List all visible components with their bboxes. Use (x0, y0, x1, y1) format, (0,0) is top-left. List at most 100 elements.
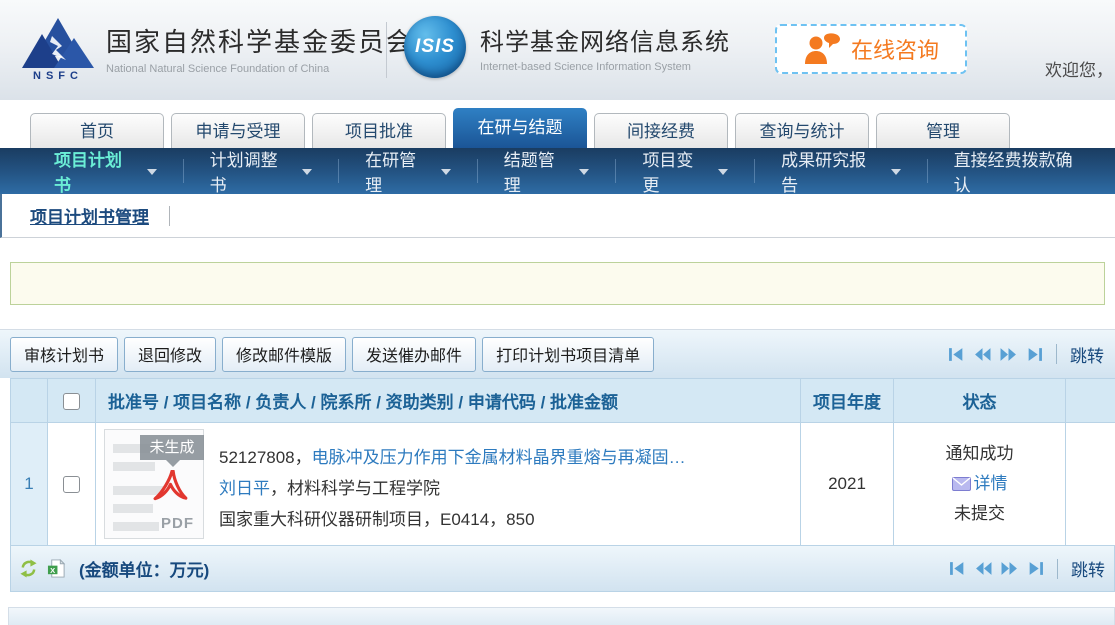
pagination-top: 跳转 (948, 330, 1104, 378)
header: NSFC 国家自然科学基金委员会 National Natural Scienc… (0, 0, 1115, 100)
chevron-down-icon (718, 169, 728, 175)
project-title-link[interactable]: 电脉冲及压力作用下金属材料晶界重熔与再凝固… (312, 448, 686, 467)
tab-query-statistics[interactable]: 查询与统计 (735, 113, 869, 148)
menu-conclusion-management[interactable]: 结题管理 (477, 159, 616, 183)
adobe-pdf-icon (153, 470, 189, 504)
menu-project-change[interactable]: 项目变更 (615, 159, 754, 183)
breadcrumb-divider (169, 206, 170, 226)
menu-label: 直接经费拨款确认 (954, 146, 1089, 196)
main-tabs: 首页 申请与受理 项目批准 在研与结题 间接经费 查询与统计 管理 (0, 108, 1115, 148)
breadcrumb: 项目计划书管理 (0, 194, 1115, 238)
menu-inprogress-management[interactable]: 在研管理 (338, 159, 477, 183)
menu-label: 在研管理 (365, 146, 433, 196)
system-name-cn: 科学基金网络信息系统 (480, 22, 730, 57)
row-index: 1 (11, 423, 48, 546)
menu-label: 结题管理 (504, 146, 572, 196)
return-revise-button[interactable]: 退回修改 (124, 337, 216, 372)
col-header-status: 状态 (894, 379, 1066, 423)
system-name-en: Internet-based Science Information Syste… (480, 61, 730, 73)
prev-page-icon[interactable] (974, 346, 991, 363)
col-header-checkbox (48, 379, 96, 423)
next-section-bar (8, 607, 1115, 625)
project-year: 2021 (801, 423, 894, 546)
pagination-bottom: 跳转 (949, 546, 1105, 591)
chevron-down-icon (147, 169, 157, 175)
print-plan-list-button[interactable]: 打印计划书项目清单 (482, 337, 654, 372)
row-checkbox[interactable] (63, 476, 80, 493)
col-header-year: 项目年度 (801, 379, 894, 423)
not-generated-badge: 未生成 (140, 435, 204, 460)
menu-achievement-report[interactable]: 成果研究报告 (754, 159, 927, 183)
table-header-row: 批准号 / 项目名称 / 负责人 / 院系所 / 资助类别 / 申请代码 / 批… (11, 379, 1115, 423)
leader-link[interactable]: 刘日平 (219, 479, 270, 498)
status-notify: 通知成功 (894, 439, 1065, 469)
table-footer: X (金额单位：万元) 跳转 (10, 546, 1115, 592)
svg-text:X: X (50, 566, 55, 575)
nsfc-brand: NSFC 国家自然科学基金委员会 National Natural Scienc… (22, 16, 414, 80)
org-name-cn: 国家自然科学基金委员会 (106, 22, 414, 59)
system-brand: ISIS 科学基金网络信息系统 Internet-based Science I… (404, 16, 730, 78)
menu-plan-adjustment[interactable]: 计划调整书 (183, 159, 339, 183)
isis-logo-icon: ISIS (404, 16, 466, 78)
approval-number: 52127808， (219, 448, 312, 467)
pdf-thumbnail[interactable]: 未生成 PDF (104, 429, 204, 539)
export-excel-icon[interactable]: X (47, 559, 66, 578)
tab-project-approval[interactable]: 项目批准 (312, 113, 446, 148)
pdf-label: PDF (161, 515, 194, 532)
page: NSFC 国家自然科学基金委员会 National Natural Scienc… (0, 0, 1115, 625)
send-reminder-mail-button[interactable]: 发送催办邮件 (352, 337, 476, 372)
chevron-down-icon (891, 169, 901, 175)
tab-home[interactable]: 首页 (30, 113, 164, 148)
svg-text:NSFC: NSFC (33, 70, 83, 80)
org-name-en: National Natural Science Foundation of C… (106, 63, 414, 75)
refresh-icon[interactable] (19, 559, 38, 578)
tab-apply-accept[interactable]: 申请与受理 (171, 113, 305, 148)
amount-unit-label: (金额单位：万元) (79, 556, 209, 581)
department-text: ，材料科学与工程学院 (270, 479, 440, 498)
edit-mail-template-button[interactable]: 修改邮件模版 (222, 337, 346, 372)
message-box (10, 262, 1105, 305)
menu-label: 项目计划书 (54, 146, 139, 196)
table-row: 1 未生成 PDF (11, 423, 1115, 546)
review-plan-button[interactable]: 审核计划书 (10, 337, 118, 372)
status-submit: 未提交 (894, 499, 1065, 529)
category-code-amount: 国家重大科研仪器研制项目，E0414，850 (104, 504, 796, 535)
row-extra-cell (1066, 423, 1115, 546)
toolbar: 审核计划书 退回修改 修改邮件模版 发送催办邮件 打印计划书项目清单 跳转 (0, 329, 1115, 378)
menu-label: 成果研究报告 (781, 146, 883, 196)
nsfc-logo-icon: NSFC (22, 16, 94, 80)
menu-direct-fund-confirm[interactable]: 直接经费拨款确认 (927, 159, 1115, 183)
col-header-main: 批准号 / 项目名称 / 负责人 / 院系所 / 资助类别 / 申请代码 / 批… (96, 379, 801, 423)
tab-indirect-funds[interactable]: 间接经费 (594, 113, 728, 148)
breadcrumb-link[interactable]: 项目计划书管理 (30, 203, 149, 228)
row-checkbox-cell (48, 423, 96, 546)
col-header-index (11, 379, 48, 423)
tab-management[interactable]: 管理 (876, 113, 1010, 148)
pager-divider (1057, 559, 1058, 579)
menu-project-plan[interactable]: 项目计划书 (28, 159, 183, 183)
jump-to-page-label[interactable]: 跳转 (1071, 556, 1105, 581)
chevron-down-icon (441, 169, 451, 175)
plans-table: 批准号 / 项目名称 / 负责人 / 院系所 / 资助类别 / 申请代码 / 批… (10, 378, 1115, 546)
last-page-icon[interactable] (1026, 346, 1043, 363)
detail-link[interactable]: 详情 (974, 474, 1008, 493)
isis-logo-text: ISIS (415, 36, 455, 58)
next-page-icon[interactable] (1001, 560, 1018, 577)
select-all-checkbox[interactable] (63, 393, 80, 410)
chevron-down-icon (579, 169, 589, 175)
mail-icon (952, 477, 971, 491)
consult-label: 在线咨询 (851, 33, 939, 65)
prev-page-icon[interactable] (975, 560, 992, 577)
menu-label: 项目变更 (642, 146, 710, 196)
jump-to-page-label[interactable]: 跳转 (1070, 342, 1104, 367)
last-page-icon[interactable] (1027, 560, 1044, 577)
first-page-icon[interactable] (948, 346, 965, 363)
online-consult-button[interactable]: 在线咨询 (775, 24, 967, 74)
menu-label: 计划调整书 (210, 146, 295, 196)
consult-person-icon (803, 32, 841, 66)
header-divider (386, 22, 387, 78)
tab-inprogress-conclusion[interactable]: 在研与结题 (453, 108, 587, 148)
next-page-icon[interactable] (1000, 346, 1017, 363)
pager-divider (1056, 344, 1057, 364)
first-page-icon[interactable] (949, 560, 966, 577)
